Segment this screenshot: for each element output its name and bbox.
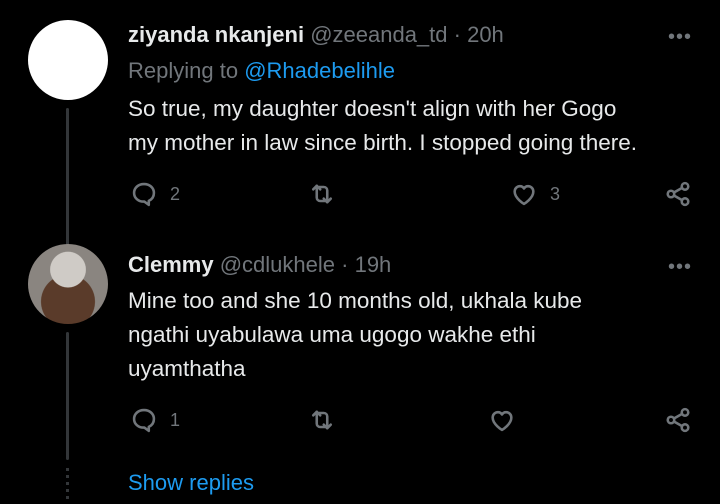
show-replies-link[interactable]: Show replies [128, 470, 254, 496]
avatar[interactable] [28, 244, 108, 324]
reply-icon [132, 182, 156, 207]
share-icon [666, 407, 690, 433]
tweet-text-line: Mine too and she 10 months old, ukhala k… [128, 288, 583, 313]
reply-button[interactable]: 1 [130, 406, 180, 434]
separator: · [335, 252, 355, 277]
more-icon[interactable]: ••• [668, 26, 692, 49]
share-icon [666, 181, 690, 207]
author-name[interactable]: Clemmy [128, 252, 214, 277]
thread-dots [66, 468, 69, 500]
replying-label: Replying to [128, 58, 239, 83]
share-button[interactable] [664, 180, 692, 208]
tweet-text-line: uyamthatha [128, 356, 246, 381]
tweet-text-line: my mother in law since birth. I stopped … [128, 130, 638, 155]
thread-line [66, 108, 69, 248]
reply-button[interactable]: 2 [130, 180, 180, 208]
timestamp[interactable]: 19h [355, 252, 392, 277]
reply-count: 1 [170, 409, 181, 430]
avatar[interactable] [28, 20, 108, 100]
more-icon[interactable]: ••• [668, 256, 692, 279]
like-button[interactable]: 3 [510, 180, 560, 208]
reply-icon [132, 408, 156, 433]
retweet-button[interactable] [308, 406, 336, 434]
like-icon [491, 410, 513, 432]
share-button[interactable] [664, 406, 692, 434]
like-button[interactable] [488, 406, 516, 434]
tweet-header: Clemmy @cdlukhele · 19h [128, 252, 391, 278]
separator: · [447, 22, 468, 47]
author-name[interactable]: ziyanda nkanjeni [128, 22, 304, 47]
retweet-icon [311, 184, 333, 204]
thread-line [66, 332, 69, 460]
like-count: 3 [550, 183, 561, 204]
reply-count: 2 [170, 183, 181, 204]
replying-to: Replying to @Rhadebelihle [128, 58, 395, 84]
retweet-button[interactable] [308, 180, 336, 208]
replying-handle-link[interactable]: @Rhadebelihle [244, 58, 395, 83]
timestamp[interactable]: 20h [467, 22, 504, 47]
tweet-text-line: So true, my daughter doesn't align with … [128, 96, 617, 121]
retweet-icon [311, 410, 333, 430]
tweet-text: Mine too and she 10 months old, ukhala k… [128, 284, 582, 386]
author-handle[interactable]: @zeeanda_td [310, 22, 447, 47]
tweet-header: ziyanda nkanjeni @zeeanda_td · 20h [128, 22, 504, 48]
tweet-text-line: ngathi uyabulawa uma ugogo wakhe ethi [128, 322, 536, 347]
tweet-text: So true, my daughter doesn't align with … [128, 92, 637, 160]
like-icon [513, 184, 535, 206]
author-handle[interactable]: @cdlukhele [220, 252, 335, 277]
